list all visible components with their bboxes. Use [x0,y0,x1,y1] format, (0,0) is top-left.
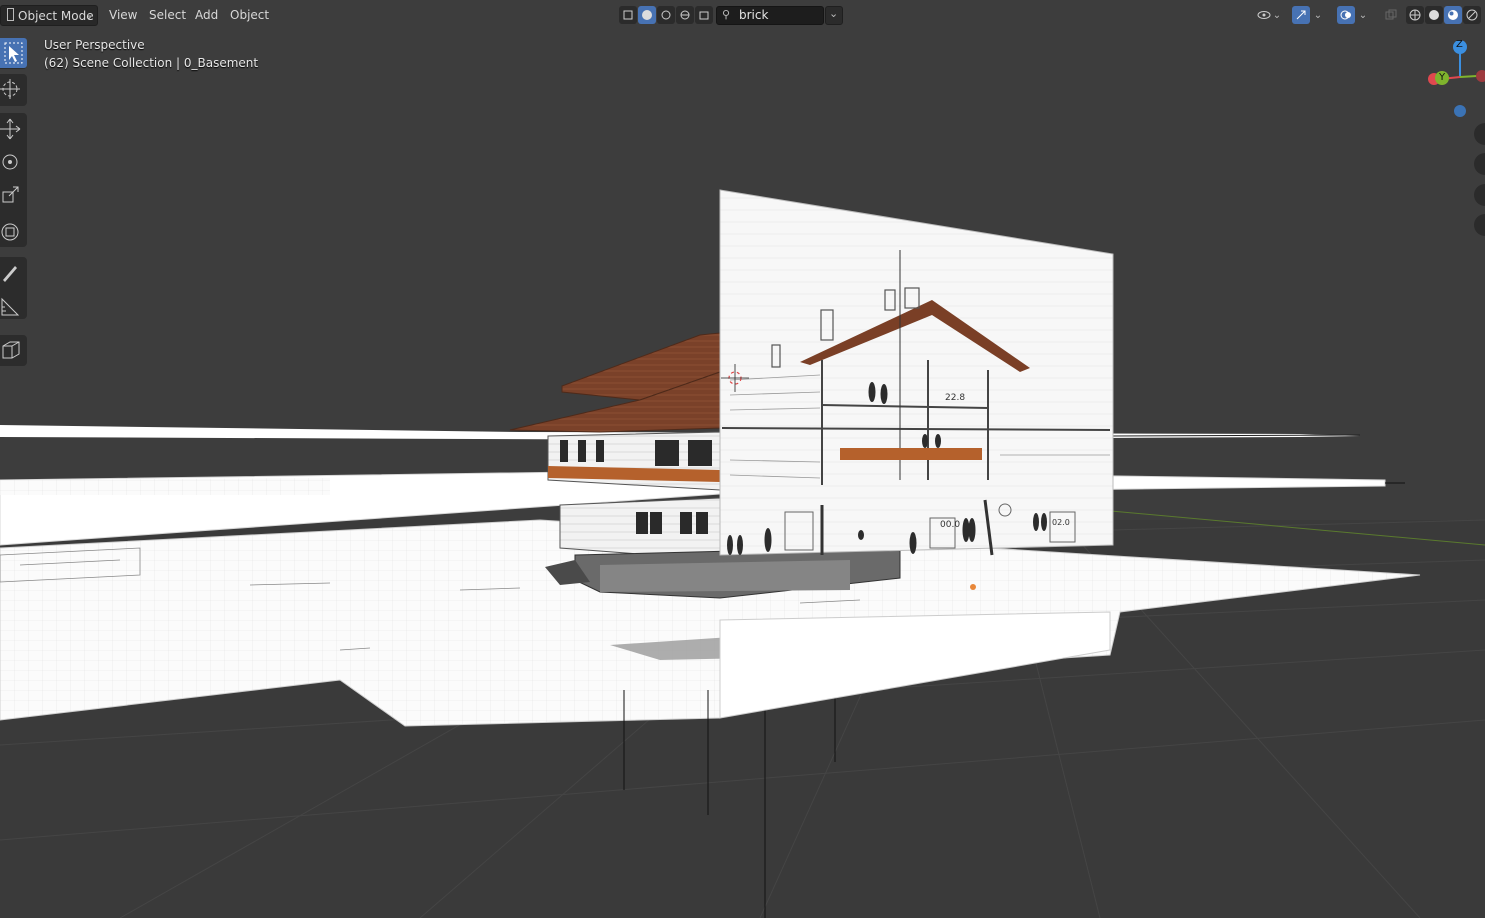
menu-add[interactable]: Add [189,5,224,26]
elevation-label-a: 22.8 [945,393,965,403]
annotate-icon[interactable] [0,258,27,288]
search-value: brick [739,8,769,22]
overlays-toggle-icon[interactable] [1337,6,1355,24]
3d-viewport[interactable]: 22.8 00.0 02.0 Object Mode ⌄ View Select… [0,0,1485,918]
elevation-label-c: 02.0 [1052,518,1070,527]
menu-select[interactable]: Select [143,5,192,26]
scene-render[interactable]: 22.8 00.0 02.0 [0,0,1485,918]
move-icon[interactable] [0,115,27,145]
tool-shelf [0,38,27,368]
object-mode-icon [7,8,14,21]
measure-icon[interactable] [0,293,27,323]
transform-icon[interactable] [0,217,27,247]
rotate-icon[interactable] [0,148,27,178]
section-drawing-plane[interactable]: 22.8 00.0 02.0 [719,189,1114,719]
menu-view[interactable]: View [103,5,143,26]
select-box-icon[interactable] [0,38,27,68]
mode-dropdown[interactable]: Object Mode ⌄ [0,5,98,26]
gizmo-dropdown-icon[interactable]: ⌄ [1312,6,1324,24]
viewport-header: Object Mode ⌄ View Select Add Object ⚲ b… [0,0,1485,32]
menu-object[interactable]: Object [224,5,275,26]
image-filter-icon[interactable] [695,6,713,24]
add-cube-icon[interactable] [0,336,27,366]
solid-shading-icon[interactable] [1425,6,1443,24]
search-options-chevron-icon[interactable]: ⌄ [825,6,843,25]
xray-toggle-icon[interactable] [1382,6,1400,24]
gizmo-z-label: Z [1456,39,1463,50]
search-field[interactable]: ⚲ brick [716,6,824,25]
mode-label: Object Mode [18,9,94,23]
wireframe-shading-icon[interactable] [1406,6,1424,24]
chevron-down-icon: ⌄ [84,11,93,22]
cursor-icon[interactable] [0,75,27,105]
select-visible-icon[interactable] [619,6,637,24]
rendered-shading-icon[interactable] [1463,6,1481,24]
material-filter-icon[interactable] [657,6,675,24]
viewport-perspective-label: User Perspective [44,38,145,52]
scale-icon[interactable] [0,182,27,212]
overlays-dropdown-icon[interactable]: ⌄ [1357,6,1369,24]
gizmo-toggle-icon[interactable] [1292,6,1310,24]
navigation-gizmo[interactable]: Z Y [1420,36,1485,126]
visibility-dropdown-icon[interactable]: ⌄ [1271,6,1283,24]
texture-filter-icon[interactable] [676,6,694,24]
object-origin-dot[interactable] [970,584,976,590]
search-icon: ⚲ [722,8,731,21]
gizmo-y-label: Y [1439,72,1446,83]
solid-filter-icon[interactable] [638,6,656,24]
active-collection-label: (62) Scene Collection | 0_Basement [44,56,259,70]
material-preview-shading-icon[interactable] [1444,6,1462,24]
elevation-label-b: 00.0 [940,520,960,530]
